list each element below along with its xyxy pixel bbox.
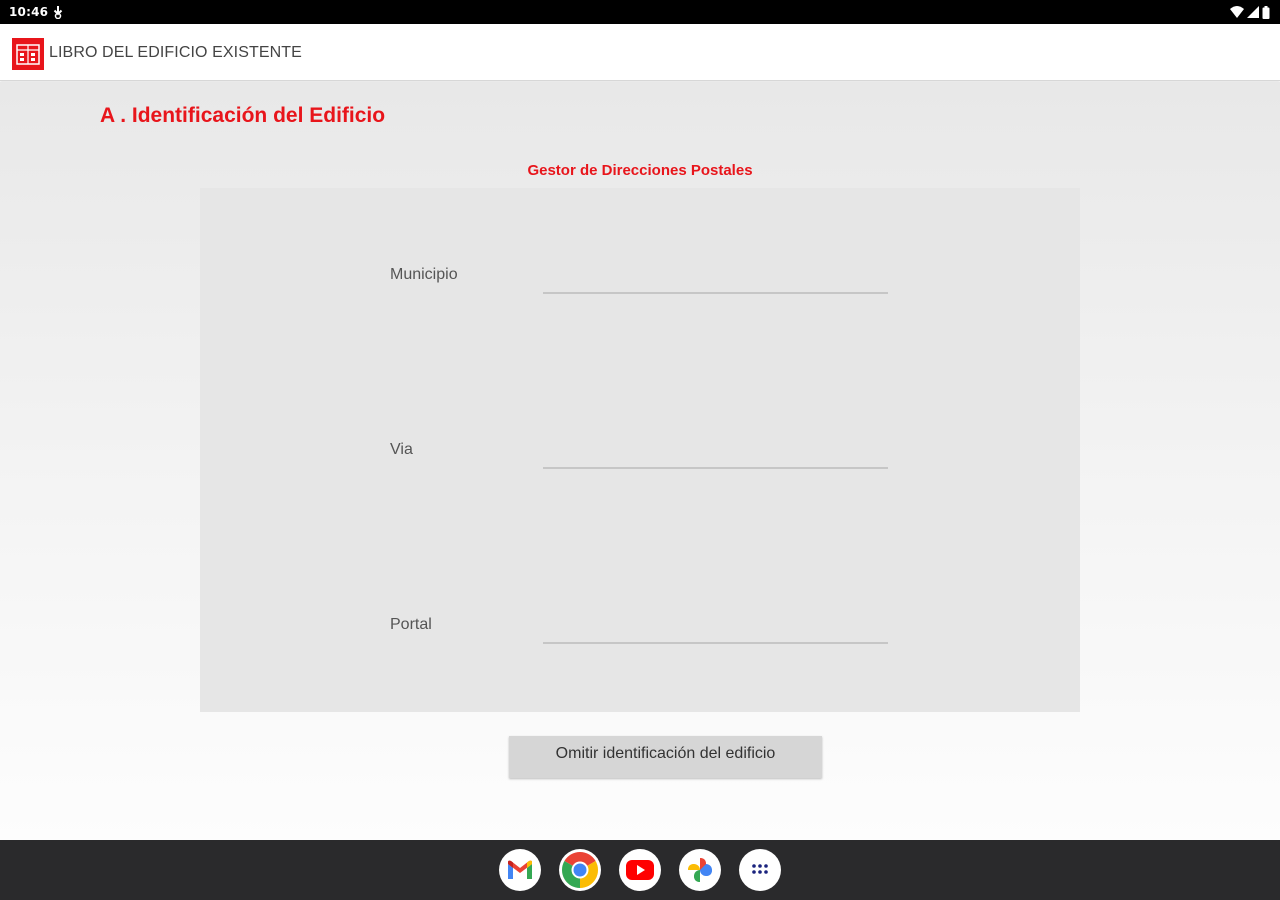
address-form-panel: Municipio Via Portal <box>200 188 1080 712</box>
portal-field[interactable] <box>543 614 888 644</box>
portal-label: Portal <box>390 616 432 633</box>
photos-icon[interactable] <box>679 849 721 891</box>
status-bar: 10:46 <box>0 0 1280 24</box>
wifi-icon <box>1230 6 1244 18</box>
municipio-field[interactable] <box>543 264 888 294</box>
app-title: LIBRO DEL EDIFICIO EXISTENTE <box>49 44 302 61</box>
building-book-logo-icon <box>12 38 44 70</box>
app-bar: LIBRO DEL EDIFICIO EXISTENTE <box>0 24 1280 81</box>
status-icons <box>1230 5 1270 19</box>
taskbar <box>0 840 1280 900</box>
download-icon <box>52 5 64 20</box>
status-time: 10:46 <box>9 5 49 19</box>
main-content: A . Identificación del Edificio Gestor d… <box>0 82 1280 840</box>
app-drawer-icon[interactable] <box>739 849 781 891</box>
section-title: A . Identificación del Edificio <box>100 104 386 127</box>
via-label: Via <box>390 441 413 458</box>
gmail-icon[interactable] <box>499 849 541 891</box>
subsection-title: Gestor de Direcciones Postales <box>527 162 753 179</box>
youtube-icon[interactable] <box>619 849 661 891</box>
municipio-label: Municipio <box>390 266 458 283</box>
chrome-icon[interactable] <box>559 849 601 891</box>
signal-icon <box>1247 6 1259 18</box>
via-field[interactable] <box>543 439 888 469</box>
battery-icon <box>1262 5 1270 19</box>
skip-identification-button[interactable]: Omitir identificación del edificio <box>509 736 822 778</box>
